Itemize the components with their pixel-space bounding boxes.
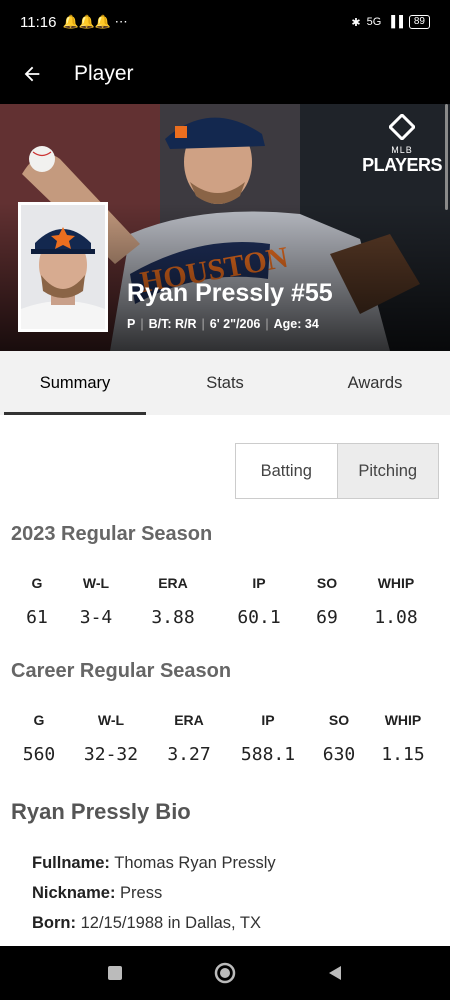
- bio-fullname: Fullname: Thomas Ryan Pressly: [32, 854, 276, 873]
- stat-header: G: [31, 575, 43, 591]
- triangle-back-icon: [329, 966, 341, 980]
- system-nav-bar: [0, 946, 450, 1000]
- player-meta: P | B/T: R/R | 6' 2"/206 | Age: 34: [127, 317, 319, 331]
- bio-title: Ryan Pressly Bio: [11, 799, 191, 824]
- circle-icon: [214, 962, 236, 984]
- bio-born: Born: 12/15/1988 in Dallas, TX: [32, 914, 261, 933]
- back-button[interactable]: [0, 44, 64, 104]
- stat-value: 3-4: [79, 607, 113, 628]
- back-nav-button[interactable]: [315, 953, 355, 993]
- tab-summary[interactable]: Summary: [0, 351, 150, 415]
- player-bats-throws: B/T: R/R: [148, 317, 197, 331]
- stat-value: 61: [26, 607, 48, 628]
- network-label: 5G: [366, 16, 382, 28]
- diamond-logo-icon: [387, 112, 417, 142]
- stat-header: ERA: [174, 712, 204, 728]
- stat-value: 3.27: [167, 744, 211, 765]
- stat-header: W-L: [82, 575, 110, 591]
- notification-icons: 🔔🔔🔔 ⋯: [62, 14, 128, 29]
- headshot-image: [21, 205, 105, 329]
- player-headshot: [18, 202, 108, 332]
- bio-label: Nickname:: [32, 884, 116, 902]
- tab-bar: Summary Stats Awards: [0, 351, 450, 415]
- career-title: Career Regular Season: [11, 660, 232, 682]
- bio-value: Press: [120, 884, 163, 902]
- stat-header: ERA: [158, 575, 188, 591]
- stat-value: 560: [22, 744, 56, 765]
- bio-label: Fullname:: [32, 854, 110, 872]
- page-title: Player: [74, 62, 134, 85]
- batting-toggle-button[interactable]: Batting: [236, 444, 337, 498]
- recents-button[interactable]: [95, 953, 135, 993]
- tab-awards[interactable]: Awards: [300, 351, 450, 415]
- stat-value: 630: [322, 744, 356, 765]
- logo-top-text: MLB: [391, 145, 413, 155]
- stat-value: 60.1: [237, 607, 281, 628]
- bio-label: Born:: [32, 914, 76, 932]
- stat-value: 1.15: [381, 744, 425, 765]
- player-position: P: [127, 317, 136, 331]
- season-title: 2023 Regular Season: [11, 523, 213, 545]
- mlb-players-logo: MLB PLAYERS: [362, 112, 442, 176]
- pitching-toggle-button[interactable]: Pitching: [336, 444, 438, 498]
- stat-value: 69: [316, 607, 338, 628]
- player-hero: HOUSTON MLB PLAYERS Ryan Pressl: [0, 104, 450, 351]
- stat-header: W-L: [97, 712, 125, 728]
- player-name: Ryan Pressly #55: [127, 279, 333, 307]
- logo-word: PLAYERS: [362, 155, 442, 175]
- bio-nickname: Nickname: Press: [32, 884, 162, 903]
- bio-value: Thomas Ryan Pressly: [114, 854, 276, 872]
- stat-header: IP: [261, 712, 275, 728]
- scrollbar[interactable]: [445, 104, 448, 210]
- stat-value: 588.1: [240, 744, 296, 765]
- stat-header: IP: [252, 575, 266, 591]
- stat-header: G: [33, 712, 45, 728]
- bio-value: 12/15/1988 in Dallas, TX: [80, 914, 261, 932]
- stat-header: SO: [328, 712, 350, 728]
- app-bar: Player: [0, 44, 450, 104]
- batting-pitching-toggle: Batting Pitching: [235, 443, 439, 499]
- stat-value: 32-32: [83, 744, 139, 765]
- square-icon: [108, 966, 122, 980]
- status-time: 11:16: [20, 13, 57, 31]
- stat-value: 3.88: [151, 607, 195, 628]
- player-age: Age: 34: [273, 317, 319, 331]
- signal-icon: ▐▐: [387, 16, 403, 28]
- status-bar: 11:16 🔔🔔🔔 ⋯ ✱ 5G ▐▐ 89: [0, 0, 450, 44]
- bluetooth-icon: ✱: [351, 16, 361, 29]
- stat-header: WHIP: [384, 712, 422, 728]
- stat-header: SO: [316, 575, 338, 591]
- tab-stats[interactable]: Stats: [150, 351, 300, 415]
- player-height-weight: 6' 2"/206: [209, 317, 261, 331]
- home-button[interactable]: [205, 953, 245, 993]
- summary-content: Batting Pitching 2023 Regular Season G W…: [0, 415, 450, 946]
- arrow-left-icon: [24, 66, 40, 82]
- battery-icon: 89: [408, 15, 430, 29]
- stat-header: WHIP: [377, 575, 415, 591]
- stat-value: 1.08: [374, 607, 418, 628]
